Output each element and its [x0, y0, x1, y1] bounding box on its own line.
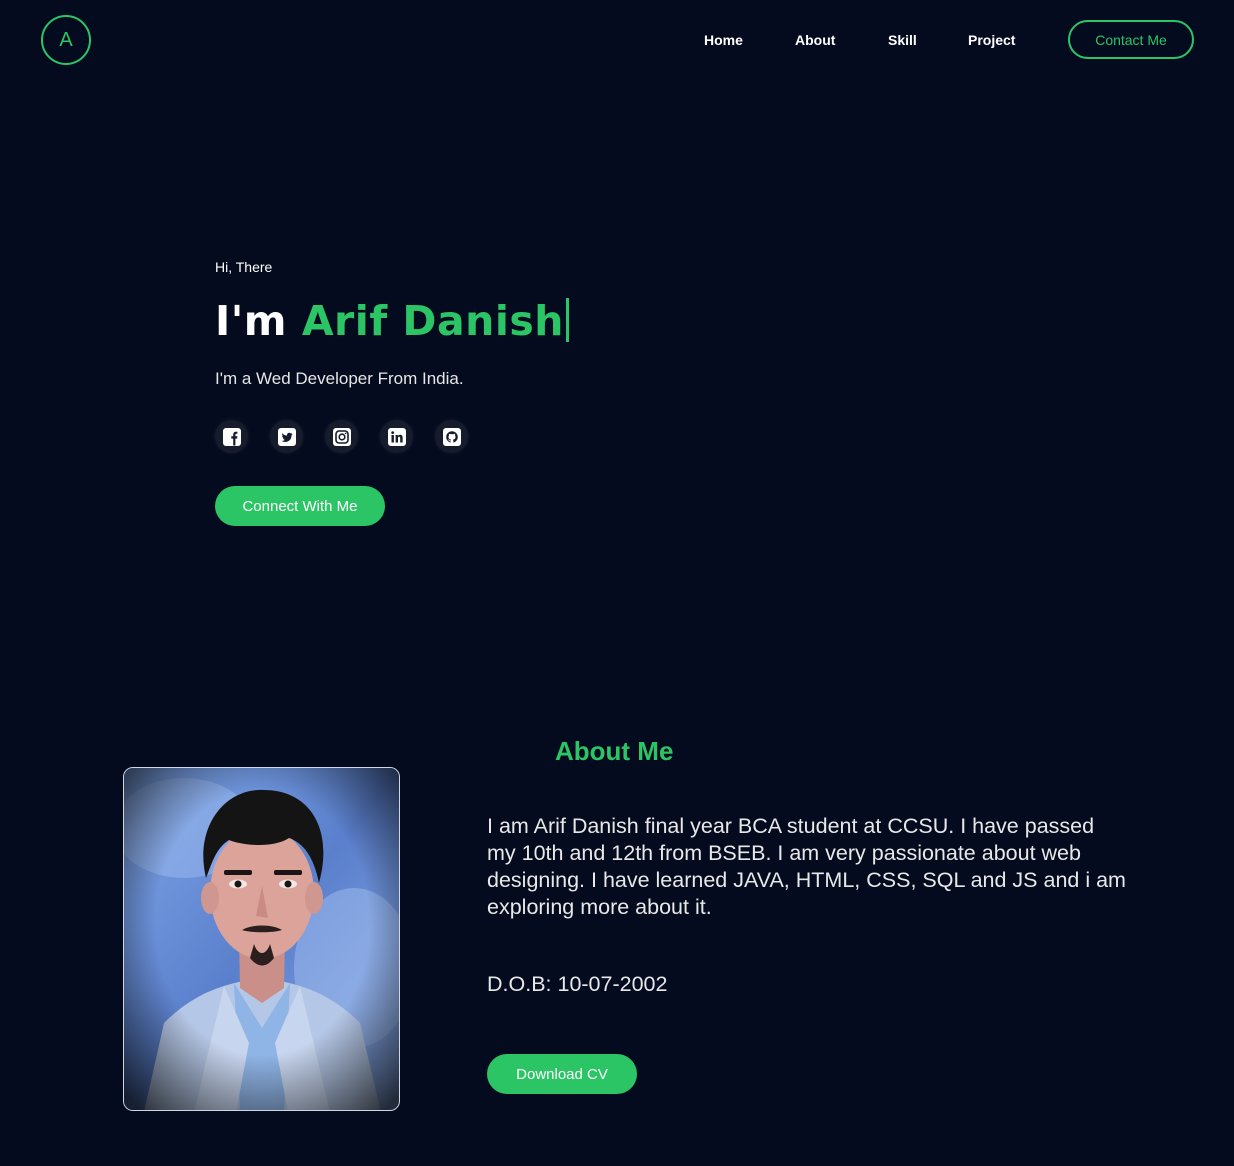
github-link[interactable]: [435, 420, 468, 453]
logo[interactable]: A: [41, 15, 91, 65]
hero-tagline: I'm a Wed Developer From India.: [215, 369, 464, 388]
date-of-birth: D.O.B: 10-07-2002: [487, 972, 668, 996]
navbar: A Home About Skill Project Contact Me: [0, 0, 1234, 80]
instagram-link[interactable]: [325, 420, 358, 453]
hero-greeting: Hi, There: [215, 259, 273, 275]
nav-link-about[interactable]: About: [795, 32, 835, 48]
facebook-icon: [222, 427, 241, 446]
typing-cursor: [565, 298, 569, 342]
linkedin-icon: [387, 427, 406, 446]
social-links: [215, 420, 468, 453]
nav-link-skill[interactable]: Skill: [888, 32, 917, 48]
contact-me-button[interactable]: Contact Me: [1068, 20, 1194, 59]
profile-photo: [123, 767, 400, 1111]
about-description: I am Arif Danish final year BCA student …: [487, 814, 1126, 919]
nav-link-project[interactable]: Project: [968, 32, 1015, 48]
facebook-link[interactable]: [215, 420, 248, 453]
linkedin-link[interactable]: [380, 420, 413, 453]
twitter-icon: [277, 427, 296, 446]
about-title: About Me: [555, 736, 674, 766]
logo-letter: A: [59, 28, 73, 51]
page: A Home About Skill Project Contact Me Hi…: [0, 0, 1234, 1166]
instagram-icon: [332, 427, 351, 446]
headline-prefix: I'm: [215, 297, 288, 345]
twitter-link[interactable]: [270, 420, 303, 453]
person-portrait-illustration: [124, 768, 399, 1110]
github-icon: [442, 427, 461, 446]
hero-headline: I'm Arif Danish: [215, 297, 569, 345]
connect-with-me-button[interactable]: Connect With Me: [215, 486, 385, 526]
download-cv-button[interactable]: Download CV: [487, 1054, 637, 1094]
headline-name: Arif Danish: [301, 297, 564, 345]
nav-link-home[interactable]: Home: [704, 32, 743, 48]
